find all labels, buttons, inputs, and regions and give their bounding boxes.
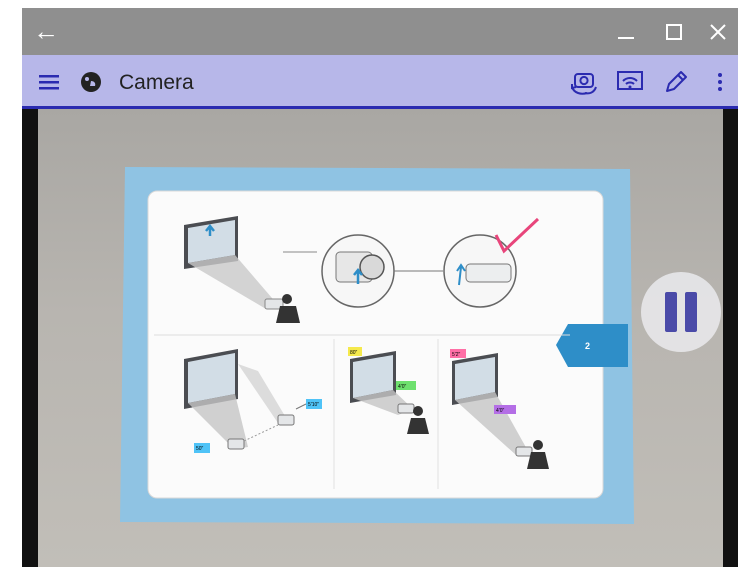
pause-button[interactable] [641, 272, 721, 352]
dimension-label: 4'0" [398, 384, 407, 390]
hamburger-menu-icon [39, 75, 59, 90]
pen-button[interactable] [656, 55, 696, 109]
switch-camera-icon [571, 73, 597, 95]
document-image: 2 50" 5'10" 80" 4'0" 5'2" 4'0" [120, 167, 634, 524]
more-vert-icon [718, 73, 722, 91]
pen-icon [666, 71, 687, 92]
camera-app-icon [81, 72, 101, 92]
title-bar: ← [22, 8, 738, 55]
close-button[interactable] [698, 8, 738, 55]
more-options-button[interactable] [706, 55, 734, 109]
maximize-button[interactable] [654, 8, 694, 55]
dimension-label: 80" [350, 350, 358, 356]
app-bar: Camera [22, 55, 738, 109]
app-title: Camera [119, 71, 194, 94]
switch-camera-button[interactable] [564, 55, 604, 109]
cast-button[interactable] [610, 55, 650, 109]
camera-feed: 2 50" 5'10" 80" 4'0" 5'2" 4'0" [38, 109, 723, 567]
dimension-label: 5'2" [452, 352, 461, 358]
pause-icon [665, 292, 677, 332]
close-icon [710, 23, 726, 40]
page-tab [556, 324, 628, 367]
app-logo [74, 55, 108, 109]
page-tab-number: 2 [585, 341, 590, 351]
back-arrow-icon: ← [33, 16, 59, 46]
camera-viewport[interactable]: 2 50" 5'10" 80" 4'0" 5'2" 4'0" [22, 109, 738, 567]
minimize-button[interactable] [606, 8, 646, 55]
pause-icon [685, 292, 697, 332]
dimension-label: 50" [196, 446, 204, 452]
menu-button[interactable] [32, 55, 66, 109]
dimension-label: 4'0" [496, 408, 505, 414]
cast-icon [617, 71, 643, 90]
dimension-label: 5'10" [308, 402, 319, 408]
maximize-icon [666, 23, 682, 40]
minimize-icon [618, 36, 634, 39]
camera-app-window: ← Camera 2 50" 5'10" 80" 4'0" 5'2" 4'0" [0, 0, 738, 567]
back-button[interactable]: ← [28, 8, 64, 55]
